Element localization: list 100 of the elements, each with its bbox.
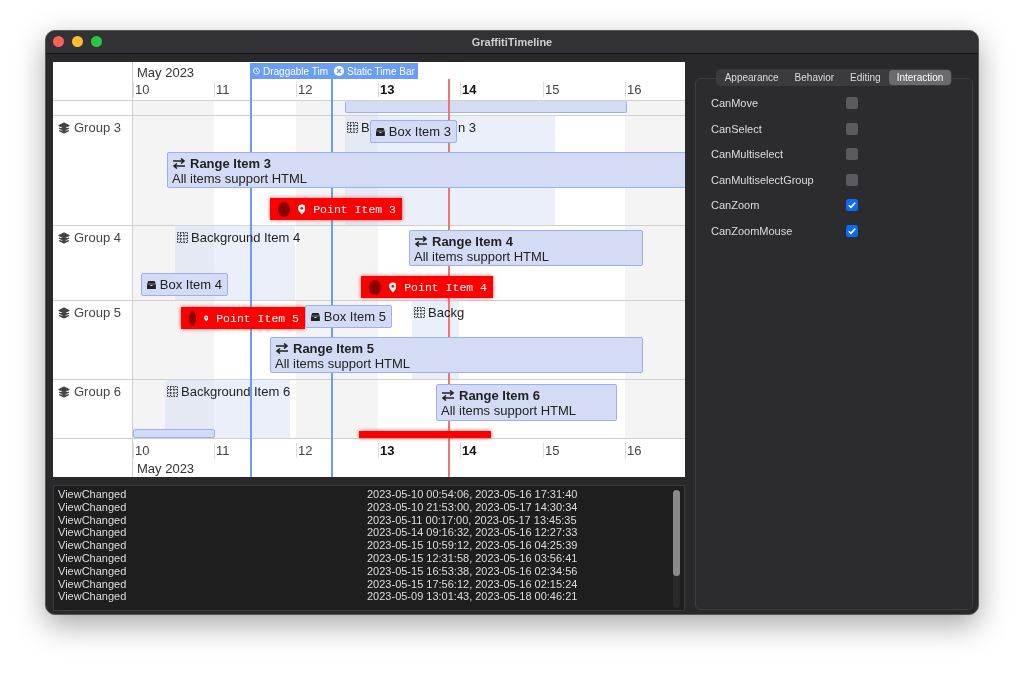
range-item-subtitle: All items support HTML — [441, 403, 578, 418]
option-label: CanMultiselectGroup — [711, 173, 815, 186]
log-event: ViewChanged — [58, 577, 128, 591]
log-event: ViewChanged — [58, 513, 128, 527]
timeline[interactable] — [53, 62, 685, 477]
group-label: Group 4 — [58, 230, 121, 245]
log-event: ViewChanged — [58, 526, 128, 540]
grid-icon — [347, 122, 358, 133]
range-item-title: Range Item 6 — [441, 388, 612, 403]
grid-icon — [167, 386, 178, 397]
checkbox[interactable] — [846, 173, 858, 186]
swap-arrows-icon — [275, 343, 289, 354]
day-label: 12 — [296, 82, 313, 97]
checkbox[interactable] — [846, 224, 858, 237]
month-label: May 2023 — [137, 461, 195, 476]
range-item[interactable]: Range Item 6 All items support HTML — [436, 384, 617, 421]
day-label: 11 — [214, 443, 230, 458]
box-icon — [376, 125, 385, 138]
day-label: 15 — [543, 443, 560, 458]
log-event: ViewChanged — [58, 564, 128, 578]
log-detail: 2023-05-15 10:59:12, 2023-05-16 04:25:39 — [367, 539, 578, 552]
background-item-label[interactable]: B — [347, 120, 370, 135]
day-label: 13 — [378, 82, 395, 97]
box-item[interactable]: Box Item 5 — [305, 305, 392, 328]
minimize-button[interactable] — [72, 36, 83, 47]
checkbox[interactable] — [846, 199, 858, 211]
tab[interactable]: Editing — [842, 70, 889, 85]
option-label: CanSelect — [711, 122, 763, 135]
range-item[interactable]: Range Item 4 All items support HTML — [409, 230, 643, 266]
point-item[interactable]: Point Item 3 — [270, 198, 402, 220]
group-label: Group 6 — [58, 384, 121, 399]
log-detail: 2023-05-09 13:01:43, 2023-05-18 00:46:21 — [367, 590, 578, 604]
zoom-button[interactable] — [91, 36, 102, 47]
tab[interactable]: Behavior — [786, 70, 843, 85]
point-item[interactable]: Point Item 4 — [361, 276, 493, 298]
grid-icon — [177, 232, 188, 243]
tab[interactable]: Interaction — [888, 70, 952, 85]
range-item-subtitle: All items support HTML — [414, 249, 551, 264]
point-item[interactable]: Point Item 5 — [181, 307, 305, 329]
range-item-subtitle: All items support HTML — [275, 356, 412, 371]
log-event: ViewChanged — [58, 500, 128, 514]
box-icon — [311, 310, 320, 323]
day-label: 13 — [378, 443, 395, 458]
checkbox[interactable] — [846, 97, 858, 109]
day-label: 14 — [460, 443, 477, 458]
background-item-label[interactable]: n 3 — [458, 120, 477, 135]
map-pin-icon — [388, 280, 397, 294]
day-label: 15 — [543, 82, 560, 97]
log-event: ViewChanged — [58, 539, 128, 552]
log-event: ViewChanged — [58, 488, 128, 501]
log-detail: 2023-05-10 00:54:06, 2023-05-16 17:31:40 — [367, 488, 578, 501]
clock-icon — [253, 66, 260, 76]
window-title: GraffitiTimeline — [471, 36, 553, 48]
option-label: CanMultiselect — [711, 148, 785, 160]
box-item[interactable]: Box Item 4 — [141, 273, 228, 296]
log-detail: 2023-05-11 00:17:00, 2023-05-17 13:45:35 — [367, 513, 577, 527]
swap-arrows-icon — [172, 158, 186, 169]
day-label: 11 — [214, 82, 230, 97]
checkbox[interactable] — [846, 148, 858, 160]
option-label: CanMove — [711, 97, 760, 109]
day-label: 10 — [133, 82, 150, 97]
log-detail: 2023-05-10 21:53:00, 2023-05-17 14:30:34 — [367, 500, 578, 514]
swap-arrows-icon — [414, 236, 428, 247]
point-dot-icon — [369, 279, 381, 295]
log-detail: 2023-05-15 17:56:12, 2023-05-16 02:15:24 — [367, 577, 578, 591]
log-detail: 2023-05-15 16:53:38, 2023-05-16 02:34:56 — [367, 564, 578, 578]
layers-icon — [58, 385, 70, 398]
day-label: 14 — [460, 82, 477, 97]
group-label: Group 3 — [58, 120, 121, 135]
range-item-title: Range Item 4 — [414, 234, 638, 249]
layers-icon — [58, 121, 70, 134]
layers-icon — [58, 306, 70, 319]
range-item-title: Range Item 5 — [275, 341, 638, 356]
range-item-title: Range Item 3 — [172, 156, 682, 171]
range-item[interactable]: Range Item 5 All items support HTML — [270, 337, 643, 373]
point-dot-icon — [189, 310, 196, 326]
swap-arrows-icon — [441, 390, 455, 401]
point-dot-icon — [278, 201, 290, 217]
close-icon[interactable] — [334, 66, 344, 76]
option-label: CanZoom — [711, 199, 761, 211]
day-label: 16 — [625, 443, 642, 458]
month-label: May 2023 — [137, 65, 195, 80]
box-icon — [147, 278, 156, 291]
day-label: 12 — [296, 443, 313, 458]
log-detail: 2023-05-15 12:31:58, 2023-05-16 03:56:41 — [367, 552, 578, 565]
range-item[interactable]: Range Item 3 All items support HTML — [167, 152, 685, 188]
day-label: 16 — [625, 82, 642, 97]
box-item[interactable]: Box Item 3 — [370, 120, 457, 143]
option-label: CanZoomMouse — [711, 224, 794, 237]
day-label: 10 — [133, 443, 150, 458]
log-detail: 2023-05-14 09:16:32, 2023-05-16 12:27:33 — [367, 526, 578, 540]
checkbox[interactable] — [846, 122, 858, 135]
log-event: ViewChanged — [58, 590, 128, 604]
group-label: Group 5 — [58, 305, 121, 320]
tab[interactable]: Appearance — [716, 70, 787, 85]
range-item-subtitle: All items support HTML — [172, 171, 309, 186]
layers-icon — [58, 231, 70, 244]
scrollbar[interactable] — [673, 490, 680, 608]
log-event: ViewChanged — [58, 552, 128, 565]
close-button[interactable] — [53, 36, 64, 47]
